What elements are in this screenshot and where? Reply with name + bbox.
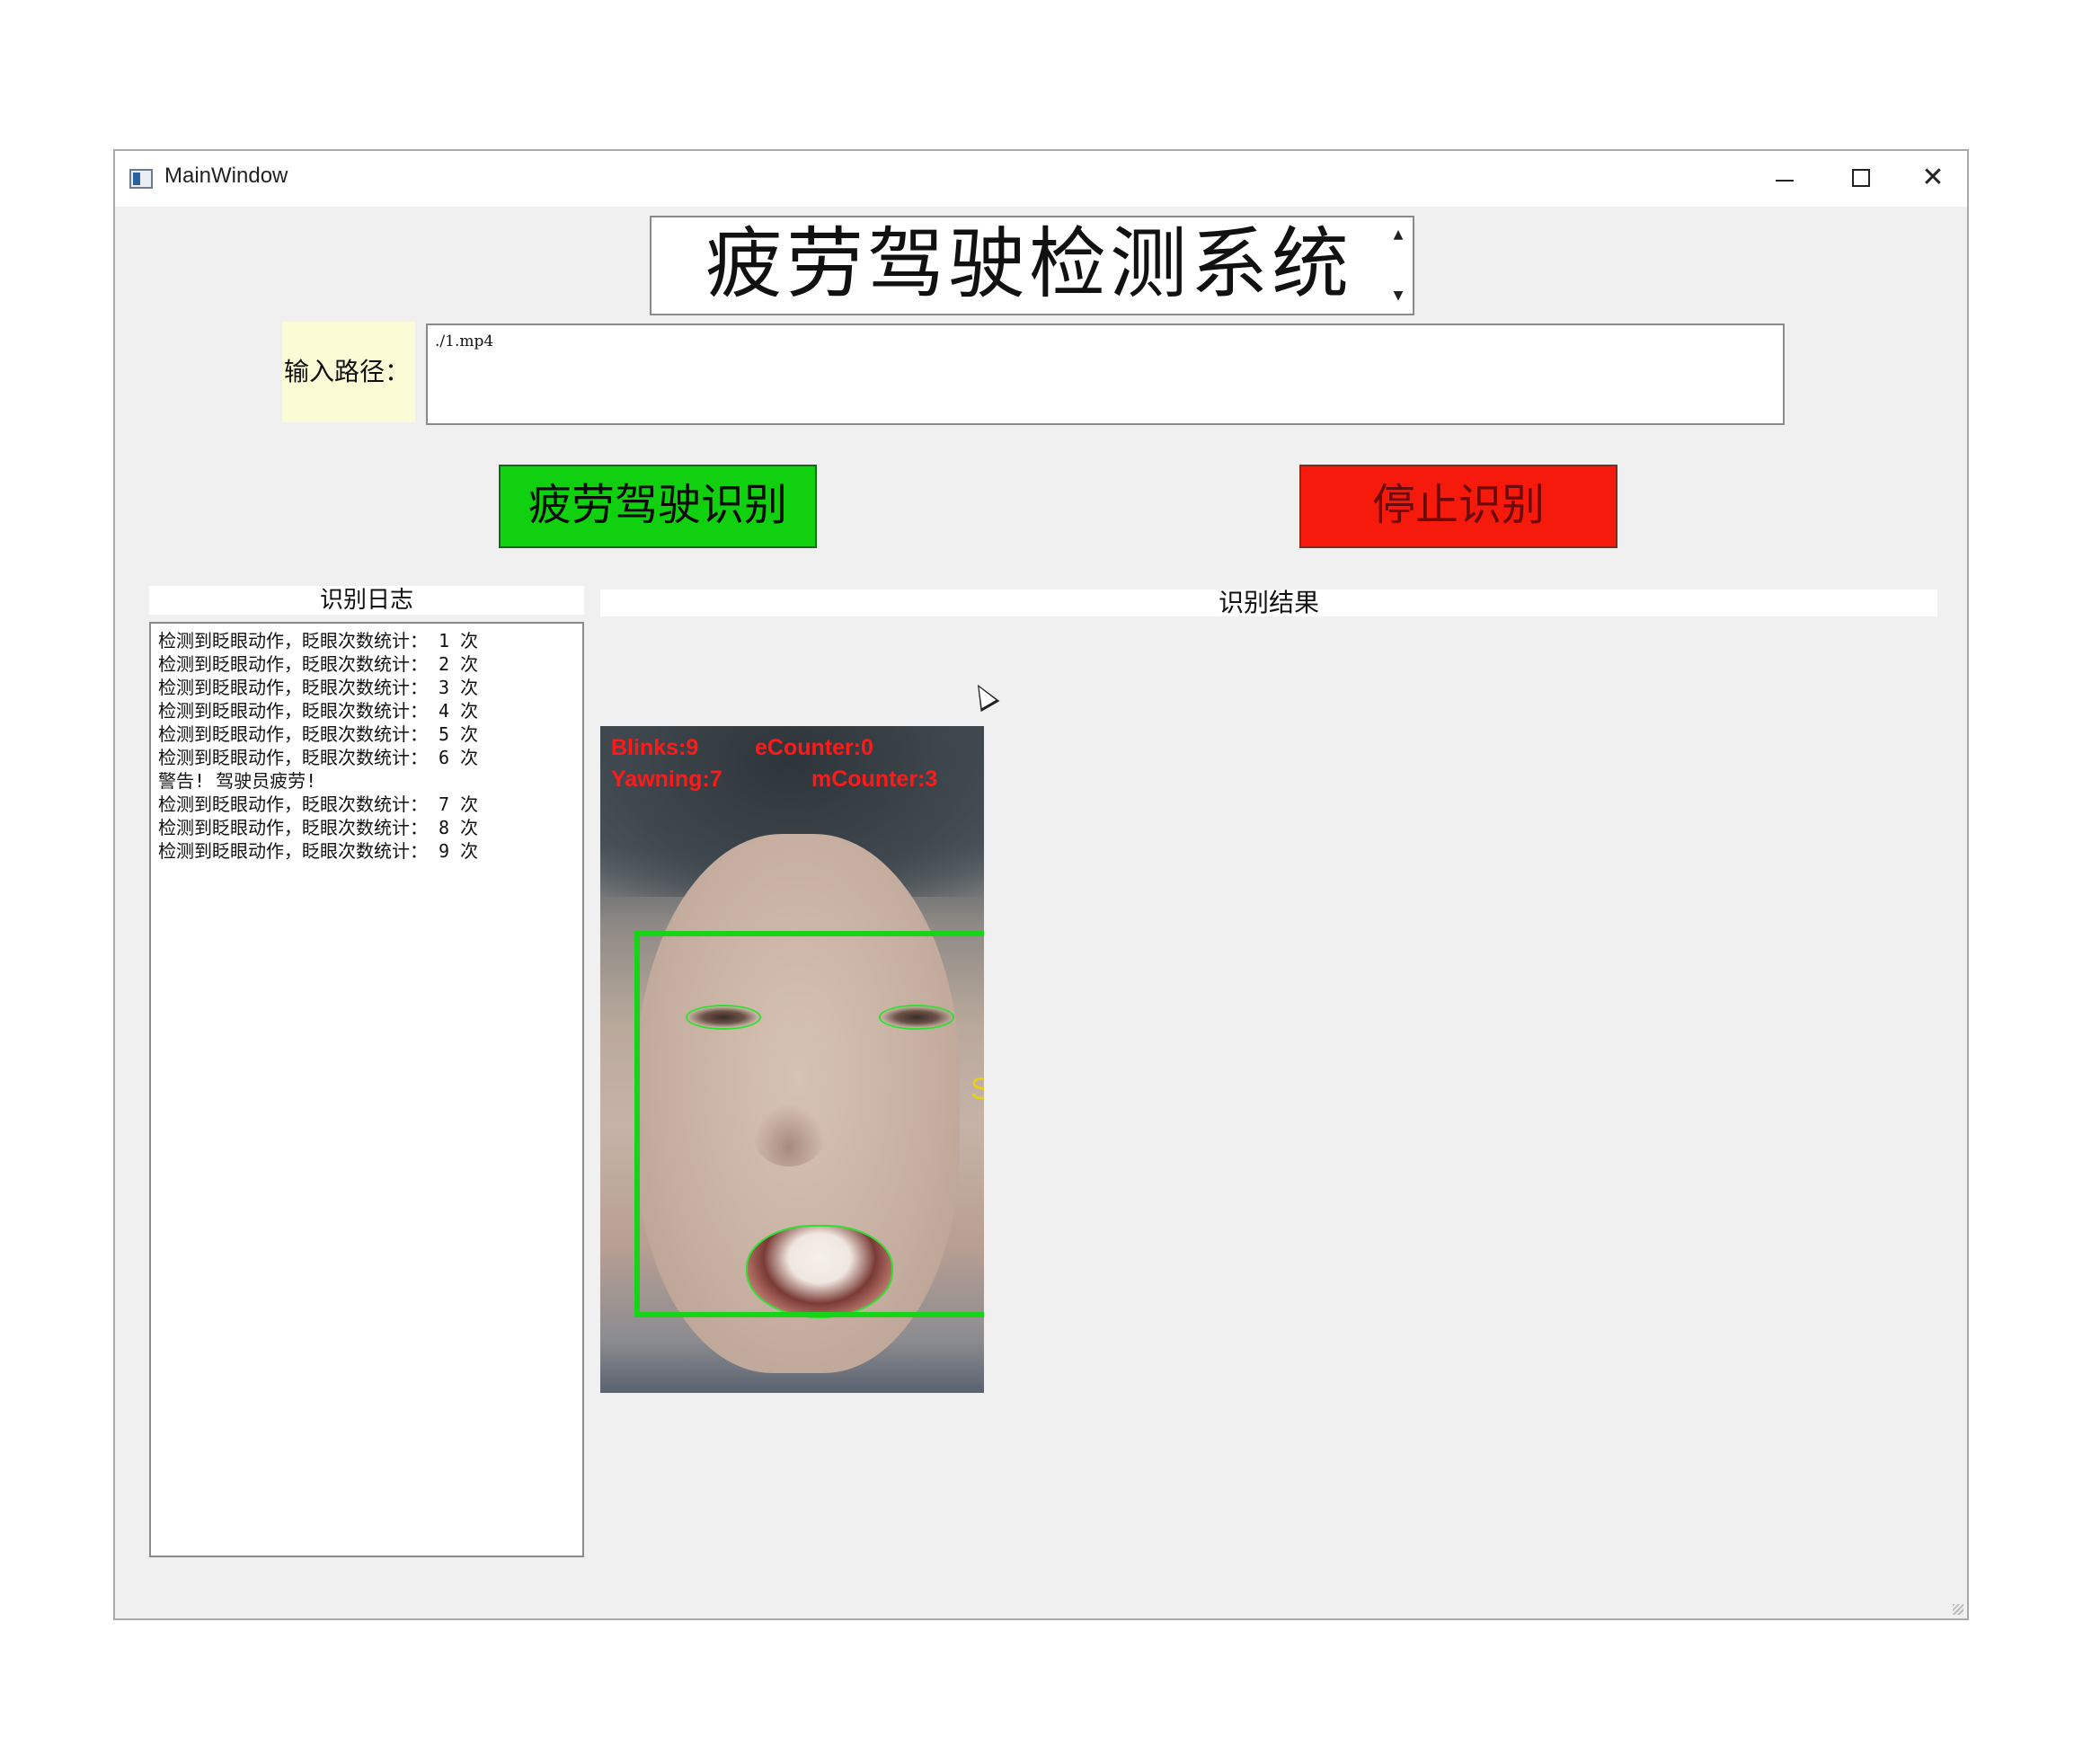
- mcounter-value: mCounter:3: [811, 767, 938, 792]
- close-icon[interactable]: ✕: [1906, 158, 1960, 198]
- spin-down-icon[interactable]: ▼: [1386, 267, 1411, 312]
- resize-grip-icon[interactable]: [1953, 1604, 1963, 1615]
- title-bar[interactable]: MainWindow ✕: [115, 151, 1967, 207]
- face-bounding-box: [634, 931, 984, 1317]
- ecounter-value: eCounter:0: [755, 735, 873, 760]
- yawning-counter: Yawning:7: [611, 767, 722, 792]
- log-line: 检测到眨眼动作，眨眼次数统计： 5 次: [158, 723, 479, 745]
- stop-detect-button[interactable]: 停止识别: [1299, 465, 1618, 548]
- input-path-field[interactable]: ./1.mp4: [426, 324, 1785, 425]
- app-window-icon: [129, 169, 153, 189]
- fatigue-detect-button[interactable]: 疲劳驾驶识别: [499, 465, 817, 548]
- input-path-label: 输入路径：: [282, 322, 415, 422]
- spin-control[interactable]: ▲ ▼: [1386, 219, 1411, 312]
- log-line: 检测到眨眼动作，眨眼次数统计： 9 次: [158, 840, 479, 862]
- spin-up-icon[interactable]: ▲: [1386, 219, 1411, 264]
- log-textbox[interactable]: 检测到眨眼动作，眨眼次数统计： 1 次 检测到眨眼动作，眨眼次数统计： 2 次 …: [149, 622, 584, 1557]
- window-title: MainWindow: [164, 164, 288, 188]
- result-header: 识别结果: [600, 589, 1937, 616]
- result-video-frame: Blinks:9 eCounter:0 Yawning:7 mCounter:3…: [600, 726, 984, 1393]
- system-title-spinbox[interactable]: 疲劳驾驶检测系统 ▲ ▼: [650, 216, 1414, 315]
- maximize-icon[interactable]: [1832, 158, 1886, 198]
- blinks-counter: Blinks:9: [611, 735, 699, 760]
- minimize-icon[interactable]: [1756, 158, 1810, 198]
- log-line: 检测到眨眼动作，眨眼次数统计： 8 次: [158, 817, 479, 838]
- log-line: 检测到眨眼动作，眨眼次数统计： 6 次: [158, 747, 479, 768]
- log-line: 检测到眨眼动作，眨眼次数统计： 1 次: [158, 630, 479, 652]
- system-title: 疲劳驾驶检测系统: [705, 219, 1352, 309]
- log-line: 检测到眨眼动作，眨眼次数统计： 3 次: [158, 677, 479, 698]
- log-line: 检测到眨眼动作，眨眼次数统计： 7 次: [158, 793, 479, 815]
- log-warning-line: 警告! 驾驶员疲劳!: [158, 770, 317, 792]
- log-line: 检测到眨眼动作，眨眼次数统计： 4 次: [158, 700, 479, 722]
- log-header: 识别日志: [149, 586, 584, 615]
- main-window: MainWindow ✕ 疲劳驾驶检测系统 ▲ ▼ 输入路径： ./1.mp4 …: [113, 149, 1969, 1620]
- log-line: 检测到眨眼动作，眨眼次数统计： 2 次: [158, 653, 479, 675]
- side-mark-text: S: [971, 1072, 984, 1106]
